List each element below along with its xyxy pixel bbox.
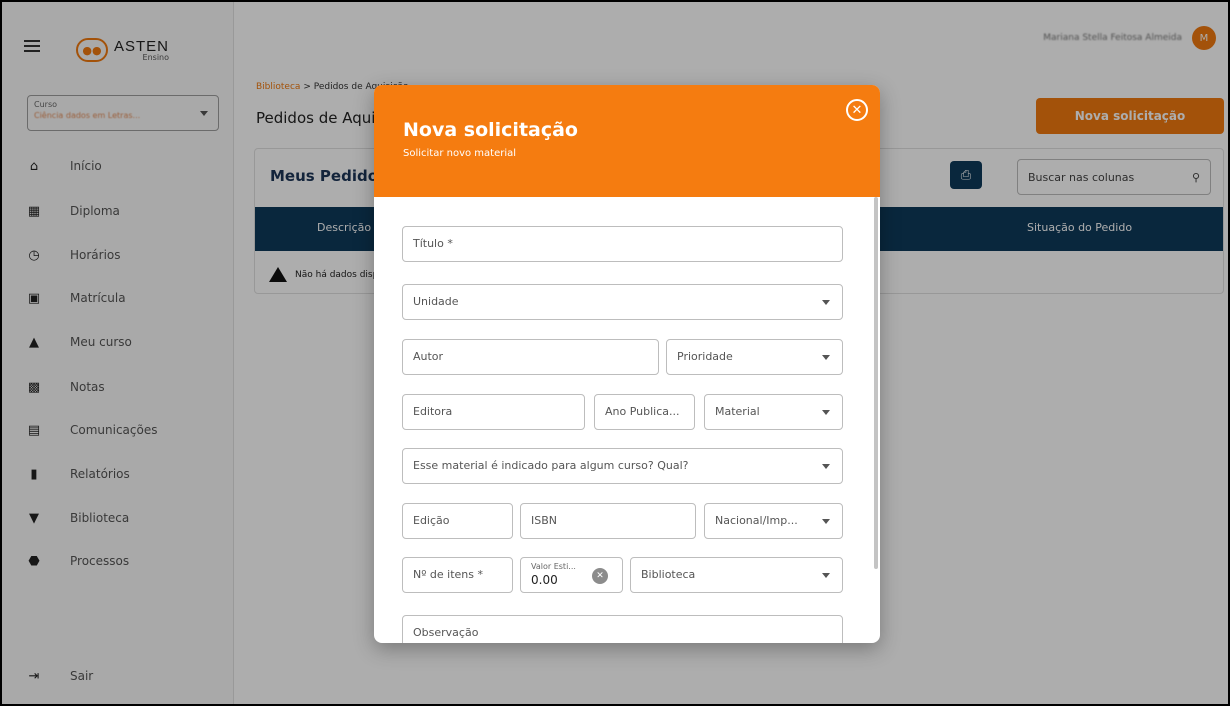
valor-estimado-value: 0.00 [531, 573, 558, 587]
isbn-placeholder: ISBN [531, 514, 558, 527]
nacional-importado-placeholder: Nacional/Imp... [715, 514, 798, 527]
ano-publicacao-field[interactable]: Ano Publica... [594, 394, 695, 430]
chevron-down-icon [822, 519, 830, 524]
new-request-modal: Nova solicitação Solicitar novo material… [374, 85, 880, 643]
autor-placeholder: Autor [413, 350, 444, 363]
nacional-importado-select[interactable]: Nacional/Imp... [704, 503, 843, 539]
unidade-select[interactable]: Unidade [402, 284, 843, 320]
chevron-down-icon [822, 410, 830, 415]
modal-scrollbar[interactable] [874, 197, 878, 569]
unidade-placeholder: Unidade [413, 295, 459, 308]
ano-publicacao-placeholder: Ano Publica... [605, 405, 680, 418]
valor-estimado-label: Valor Esti... [531, 562, 576, 571]
numero-itens-field[interactable]: Nº de itens * [402, 557, 513, 593]
biblioteca-placeholder: Biblioteca [641, 568, 696, 581]
chevron-down-icon [822, 355, 830, 360]
clear-icon[interactable]: ✕ [592, 568, 608, 584]
biblioteca-select[interactable]: Biblioteca [630, 557, 843, 593]
autor-field[interactable]: Autor [402, 339, 659, 375]
material-placeholder: Material [715, 405, 760, 418]
chevron-down-icon [822, 573, 830, 578]
curso-indicado-select[interactable]: Esse material é indicado para algum curs… [402, 448, 843, 484]
edicao-placeholder: Edição [413, 514, 450, 527]
modal-title: Nova solicitação [403, 119, 578, 141]
modal-form: Título * Unidade Autor Prioridade Editor… [374, 197, 880, 643]
chevron-down-icon [822, 464, 830, 469]
titulo-placeholder: Título * [413, 237, 453, 250]
editora-placeholder: Editora [413, 405, 453, 418]
prioridade-placeholder: Prioridade [677, 350, 733, 363]
chevron-down-icon [822, 300, 830, 305]
observacao-field[interactable]: Observação [402, 615, 843, 643]
valor-estimado-field[interactable]: Valor Esti... 0.00 ✕ [520, 557, 623, 593]
numero-itens-placeholder: Nº de itens * [413, 568, 483, 581]
editora-field[interactable]: Editora [402, 394, 585, 430]
modal-header: Nova solicitação Solicitar novo material… [374, 85, 880, 197]
modal-subtitle: Solicitar novo material [403, 148, 517, 159]
isbn-field[interactable]: ISBN [520, 503, 696, 539]
curso-indicado-placeholder: Esse material é indicado para algum curs… [413, 459, 689, 472]
app-window: ●● ASTEN Ensino Curso Ciência dados em L… [0, 0, 1230, 706]
prioridade-select[interactable]: Prioridade [666, 339, 843, 375]
close-icon[interactable]: ✕ [846, 99, 868, 121]
titulo-field[interactable]: Título * [402, 226, 843, 262]
observacao-placeholder: Observação [413, 626, 479, 639]
edicao-field[interactable]: Edição [402, 503, 513, 539]
material-select[interactable]: Material [704, 394, 843, 430]
